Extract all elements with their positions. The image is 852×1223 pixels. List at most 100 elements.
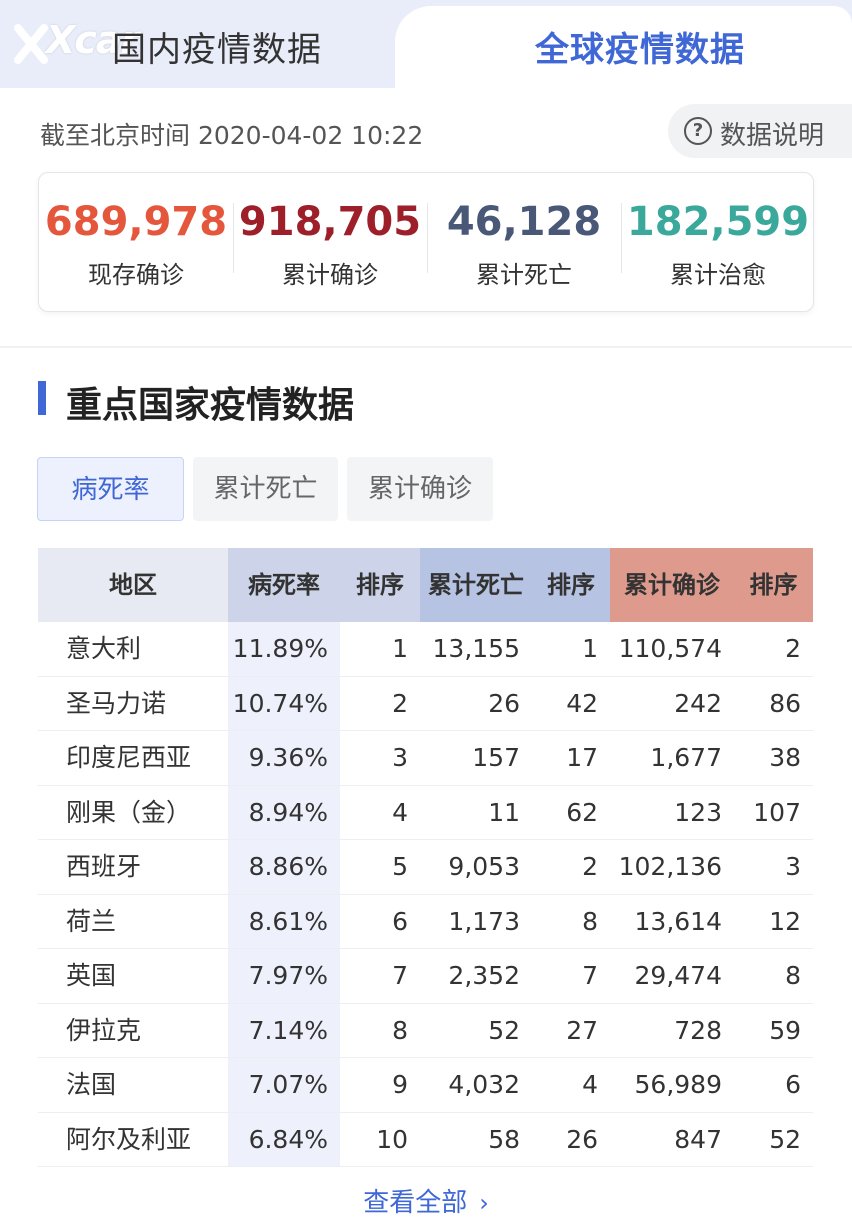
cell-region: 英国: [66, 961, 117, 990]
cell-fatality-rate: 7.97%: [248, 961, 328, 990]
table-row[interactable]: 印度尼西亚 9.36% 3 157 17 1,677 38: [38, 731, 813, 786]
cell-total-confirmed: 56,989: [634, 1070, 722, 1099]
header-rank[interactable]: 排序: [340, 548, 420, 622]
title-accent-bar: [38, 381, 46, 415]
stat-value: 918,705: [238, 199, 422, 245]
table-row[interactable]: 法国 7.07% 9 4,032 4 56,989 6: [38, 1058, 813, 1113]
cell-total-deaths: 1,173: [448, 906, 520, 936]
cell-rank: 4: [582, 1070, 598, 1099]
header-total-confirmed[interactable]: 累计确诊: [610, 548, 734, 622]
cell-region: 意大利: [66, 634, 142, 663]
cell-rank: 52: [769, 1124, 801, 1154]
question-icon: ?: [684, 117, 712, 145]
tab-domestic-label[interactable]: 国内疫情数据: [112, 22, 322, 71]
view-all-link[interactable]: 查看全部 ›: [0, 1182, 852, 1219]
cell-rank: 59: [769, 1015, 801, 1045]
table-row[interactable]: 英国 7.97% 7 2,352 7 29,474 8: [38, 949, 813, 1004]
header-rank[interactable]: 排序: [532, 548, 610, 622]
cell-rank: 5: [392, 852, 408, 881]
cell-rank: 3: [785, 852, 801, 881]
table-row[interactable]: 荷兰 8.61% 6 1,173 8 13,614 12: [38, 895, 813, 949]
cell-fatality-rate: 7.07%: [248, 1070, 328, 1099]
stat-total-deaths: 46,128 累计死亡: [427, 173, 621, 313]
cell-rank: 6: [392, 906, 408, 936]
cell-total-deaths: 11: [488, 797, 520, 827]
cell-rank: 26: [566, 1124, 598, 1154]
header-rank[interactable]: 排序: [734, 548, 813, 622]
cell-region: 圣马力诺: [66, 688, 167, 718]
table-row[interactable]: 意大利 11.89% 1 13,155 1 110,574 2: [38, 622, 813, 677]
cell-rank: 7: [392, 961, 408, 990]
cell-total-confirmed: 110,574: [618, 634, 722, 663]
cell-total-confirmed: 102,136: [618, 852, 722, 881]
filter-total-deaths[interactable]: 累计死亡: [193, 457, 338, 521]
cell-rank: 27: [566, 1015, 598, 1045]
table-row[interactable]: 西班牙 8.86% 5 9,053 2 102,136 3: [38, 840, 813, 895]
cell-rank: 2: [392, 688, 408, 718]
cell-rank: 2: [582, 852, 598, 881]
cell-rank: 42: [566, 688, 598, 718]
update-timestamp: 截至北京时间 2020-04-02 10:22: [40, 121, 424, 150]
cell-region: 阿尔及利亚: [66, 1124, 192, 1154]
data-explanation-label: 数据说明: [720, 121, 825, 151]
cell-total-confirmed: 847: [674, 1124, 722, 1154]
cell-total-confirmed: 123: [674, 797, 722, 827]
cell-rank: 8: [785, 961, 801, 990]
cell-rank: 6: [785, 1070, 801, 1099]
cell-total-deaths: 4,032: [448, 1070, 520, 1099]
cell-total-confirmed: 29,474: [634, 961, 722, 990]
header-region[interactable]: 地区: [38, 548, 228, 622]
table-header: 地区 病死率 排序 累计死亡 排序 累计确诊 排序: [38, 548, 813, 622]
cell-rank: 17: [566, 743, 598, 772]
stat-label: 累计确诊: [282, 261, 378, 289]
stat-value: 46,128: [446, 199, 602, 245]
stat-label: 累计死亡: [476, 261, 572, 289]
cell-region: 法国: [66, 1070, 117, 1099]
table-row[interactable]: 阿尔及利亚 6.84% 10 58 26 847 52: [38, 1113, 813, 1167]
cell-fatality-rate: 11.89%: [232, 634, 328, 663]
cell-region: 荷兰: [66, 906, 117, 936]
cell-rank: 7: [582, 961, 598, 990]
cell-rank: 12: [769, 906, 801, 936]
cell-region: 印度尼西亚: [66, 743, 192, 772]
cell-rank: 10: [376, 1124, 408, 1154]
cell-fatality-rate: 8.86%: [248, 852, 328, 881]
cell-fatality-rate: 6.84%: [248, 1124, 328, 1154]
cell-rank: 1: [392, 634, 408, 663]
cell-total-deaths: 9,053: [448, 852, 520, 881]
filter-total-confirmed[interactable]: 累计确诊: [347, 457, 493, 521]
stat-total-confirmed: 918,705 累计确诊: [233, 173, 427, 313]
cell-rank: 86: [769, 688, 801, 718]
cell-total-confirmed: 242: [674, 688, 722, 718]
cell-rank: 8: [392, 1015, 408, 1045]
filter-fatality-rate[interactable]: 病死率: [37, 457, 184, 521]
cell-rank: 9: [392, 1070, 408, 1099]
stat-value: 689,978: [44, 199, 228, 245]
tab-bar: Xcar 国内疫情数据 全球疫情数据: [0, 0, 852, 88]
cell-total-confirmed: 1,677: [650, 743, 722, 772]
cell-fatality-rate: 8.94%: [248, 797, 328, 827]
section-title: 重点国家疫情数据: [66, 385, 355, 426]
data-explanation-button[interactable]: ? 数据说明: [668, 104, 852, 158]
cell-rank: 107: [753, 797, 801, 827]
header-total-deaths[interactable]: 累计死亡: [420, 548, 532, 622]
section-divider: [0, 346, 852, 348]
summary-card: 689,978 现存确诊 918,705 累计确诊 46,128 累计死亡 18…: [38, 172, 814, 312]
cell-total-confirmed: 13,614: [634, 906, 722, 936]
cell-total-deaths: 157: [472, 743, 520, 772]
stat-label: 现存确诊: [88, 261, 184, 289]
view-all-label: 查看全部: [363, 1188, 468, 1218]
stat-total-recovered: 182,599 累计治愈: [621, 173, 815, 313]
cell-fatality-rate: 9.36%: [248, 743, 328, 772]
cell-total-deaths: 13,155: [432, 634, 520, 663]
cell-region: 伊拉克: [66, 1015, 142, 1045]
cell-region: 刚果（金）: [66, 797, 192, 827]
cell-rank: 3: [392, 743, 408, 772]
table-row[interactable]: 圣马力诺 10.74% 2 26 42 242 86: [38, 677, 813, 731]
cell-fatality-rate: 10.74%: [232, 688, 328, 718]
cell-rank: 1: [582, 634, 598, 663]
table-row[interactable]: 伊拉克 7.14% 8 52 27 728 59: [38, 1004, 813, 1058]
table-row[interactable]: 刚果（金） 8.94% 4 11 62 123 107: [38, 786, 813, 840]
header-fatality-rate[interactable]: 病死率: [228, 548, 340, 622]
tab-global-label[interactable]: 全球疫情数据: [535, 22, 745, 71]
